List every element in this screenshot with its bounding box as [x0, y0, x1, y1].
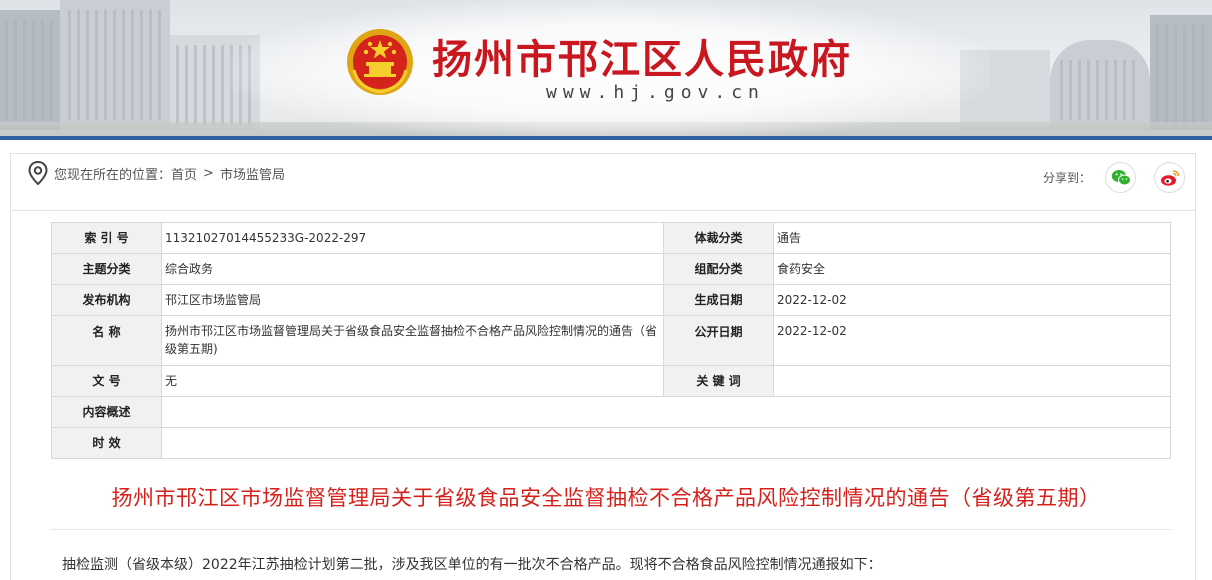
- breadcrumb-prefix: 您现在所在的位置：: [54, 167, 172, 183]
- info-label: 体裁分类: [663, 222, 774, 254]
- breadcrumb-home-link[interactable]: 首页: [171, 164, 197, 183]
- breadcrumb-separator: >: [203, 165, 214, 181]
- table-row: 文 号 无 关 键 词: [51, 365, 1171, 397]
- info-value: 无: [161, 365, 664, 397]
- info-label: 关 键 词: [663, 365, 774, 397]
- info-value: [161, 427, 1171, 459]
- info-label: 公开日期: [663, 315, 774, 366]
- share-weibo-button[interactable]: [1154, 162, 1186, 193]
- info-label: 内容概述: [51, 396, 162, 428]
- share-bar: 分享到：: [1043, 162, 1186, 193]
- info-label: 发布机构: [51, 284, 162, 316]
- info-value: [773, 365, 1171, 397]
- info-value: 2022-12-02: [773, 315, 1171, 366]
- table-row: 名 称 扬州市邗江区市场监督管理局关于省级食品安全监督抽检不合格产品风险控制情况…: [51, 315, 1171, 366]
- info-value: [161, 396, 1171, 428]
- site-url: www.hj.gov.cn: [546, 82, 765, 103]
- table-row: 主题分类 综合政务 组配分类 食药安全: [51, 253, 1171, 285]
- title-divider: [51, 529, 1171, 530]
- article-lead-paragraph: 抽检监测（省级本级）2022年江苏抽检计划第二批，涉及我区单位的有一批次不合格产…: [62, 557, 882, 573]
- info-value: 综合政务: [161, 253, 664, 285]
- site-title: 扬州市邗江区人民政府: [432, 36, 852, 83]
- info-value: 邗江区市场监管局: [161, 284, 664, 316]
- share-wechat-button[interactable]: [1105, 162, 1137, 193]
- info-label: 时 效: [51, 427, 162, 459]
- breadcrumb-current-link[interactable]: 市场监管局: [220, 164, 285, 183]
- wechat-icon: [1111, 169, 1131, 185]
- table-row: 发布机构 邗江区市场监管局 生成日期 2022-12-02: [51, 284, 1171, 316]
- weibo-icon: [1160, 169, 1179, 186]
- info-value: 2022-12-02: [773, 284, 1171, 316]
- table-row: 时 效: [51, 427, 1171, 459]
- info-value: 食药安全: [773, 253, 1171, 285]
- info-label: 索 引 号: [51, 222, 162, 254]
- info-value: 扬州市邗江区市场监督管理局关于省级食品安全监督抽检不合格产品风险控制情况的通告（…: [161, 315, 664, 366]
- document-info-table: 索 引 号 11321027014455233G-2022-297 体裁分类 通…: [51, 222, 1171, 459]
- info-label: 主题分类: [51, 253, 162, 285]
- location-pin-icon: [28, 161, 48, 185]
- info-label: 生成日期: [663, 284, 774, 316]
- table-row: 索 引 号 11321027014455233G-2022-297 体裁分类 通…: [51, 222, 1171, 254]
- national-emblem-icon: [347, 29, 413, 95]
- table-row: 内容概述: [51, 396, 1171, 428]
- section-divider: [10, 210, 1196, 211]
- header-banner: 扬州市邗江区人民政府 www.hj.gov.cn: [0, 0, 1212, 140]
- info-label: 名 称: [51, 315, 162, 366]
- info-label: 文 号: [51, 365, 162, 397]
- info-value: 通告: [773, 222, 1171, 254]
- breadcrumb: 您现在所在的位置： 首页 > 市场监管局: [28, 160, 285, 186]
- share-label: 分享到：: [1043, 171, 1092, 185]
- article-title: 扬州市邗江区市场监督管理局关于省级食品安全监督抽检不合格产品风险控制情况的通告（…: [111, 486, 1101, 510]
- info-label: 组配分类: [663, 253, 774, 285]
- info-value: 11321027014455233G-2022-297: [161, 222, 664, 254]
